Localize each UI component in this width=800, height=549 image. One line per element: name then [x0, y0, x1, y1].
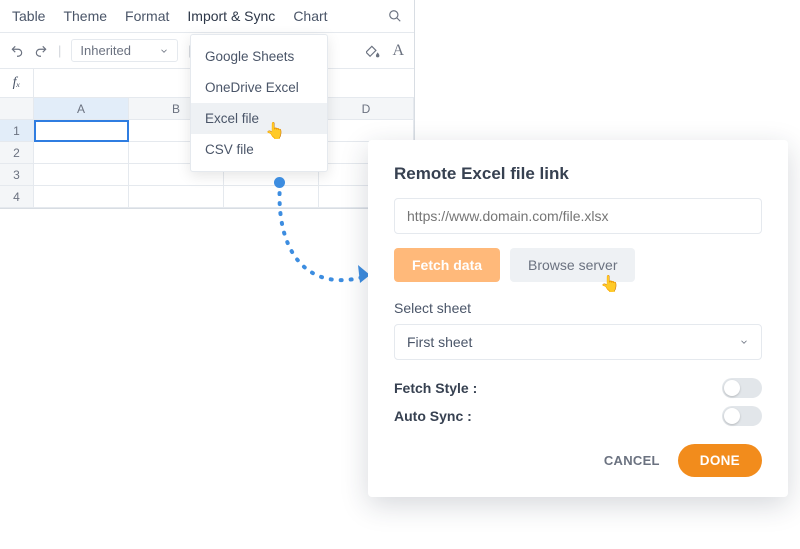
remote-excel-dialog: Remote Excel file link Fetch data Browse…	[368, 140, 788, 497]
chevron-down-icon	[159, 46, 169, 56]
cell-b4[interactable]	[129, 186, 224, 208]
auto-sync-label: Auto Sync :	[394, 408, 472, 424]
cell-a2[interactable]	[34, 142, 129, 164]
undo-icon[interactable]	[10, 44, 24, 58]
search-icon[interactable]	[388, 9, 402, 23]
auto-sync-toggle[interactable]	[722, 406, 762, 426]
fill-color-icon[interactable]	[366, 44, 380, 58]
menu-theme[interactable]: Theme	[63, 8, 107, 24]
cancel-button[interactable]: CANCEL	[604, 453, 660, 468]
row-header-3[interactable]: 3	[0, 164, 34, 186]
connector-start-dot	[274, 177, 285, 188]
dropdown-csv-file[interactable]: CSV file	[191, 134, 327, 165]
fetch-style-toggle[interactable]	[722, 378, 762, 398]
text-color-icon[interactable]: A	[392, 42, 404, 60]
chevron-down-icon	[739, 337, 749, 347]
select-all-corner[interactable]	[0, 98, 34, 120]
fx-label: fₓ	[0, 69, 34, 97]
pointer-cursor-icon: 👆	[600, 274, 620, 294]
dropdown-excel-file[interactable]: Excel file 👆	[191, 103, 327, 134]
menu-table[interactable]: Table	[12, 8, 45, 24]
row-header-1[interactable]: 1	[0, 120, 34, 142]
fetch-data-button[interactable]: Fetch data	[394, 248, 500, 282]
col-header-d[interactable]: D	[319, 98, 414, 120]
browse-server-button[interactable]: Browse server 👆	[510, 248, 635, 282]
url-input[interactable]	[394, 198, 762, 234]
font-select[interactable]: Inherited	[71, 39, 178, 62]
sheet-select[interactable]: First sheet	[394, 324, 762, 360]
cell-d1[interactable]	[319, 120, 414, 142]
col-header-a[interactable]: A	[34, 98, 129, 120]
menu-chart[interactable]: Chart	[293, 8, 327, 24]
row-header-4[interactable]: 4	[0, 186, 34, 208]
menu-import-sync[interactable]: Import & Sync	[187, 8, 275, 24]
select-sheet-label: Select sheet	[394, 300, 762, 316]
cell-c4[interactable]	[224, 186, 319, 208]
redo-icon[interactable]	[34, 44, 48, 58]
toolbar-separator: |	[58, 43, 61, 58]
sheet-select-value: First sheet	[407, 334, 472, 350]
menu-format[interactable]: Format	[125, 8, 169, 24]
fetch-style-label: Fetch Style :	[394, 380, 477, 396]
import-sync-dropdown: Google Sheets OneDrive Excel Excel file …	[190, 34, 328, 172]
dropdown-onedrive-excel[interactable]: OneDrive Excel	[191, 72, 327, 103]
cell-a4[interactable]	[34, 186, 129, 208]
done-button[interactable]: DONE	[678, 444, 762, 477]
dropdown-excel-file-label: Excel file	[205, 111, 259, 126]
row-header-2[interactable]: 2	[0, 142, 34, 164]
cell-a3[interactable]	[34, 164, 129, 186]
cell-a1[interactable]	[34, 120, 129, 142]
font-select-value: Inherited	[80, 43, 131, 58]
menubar: Table Theme Format Import & Sync Chart	[0, 0, 414, 32]
dialog-title: Remote Excel file link	[394, 164, 762, 184]
browse-server-label: Browse server	[528, 257, 617, 273]
dropdown-google-sheets[interactable]: Google Sheets	[191, 41, 327, 72]
